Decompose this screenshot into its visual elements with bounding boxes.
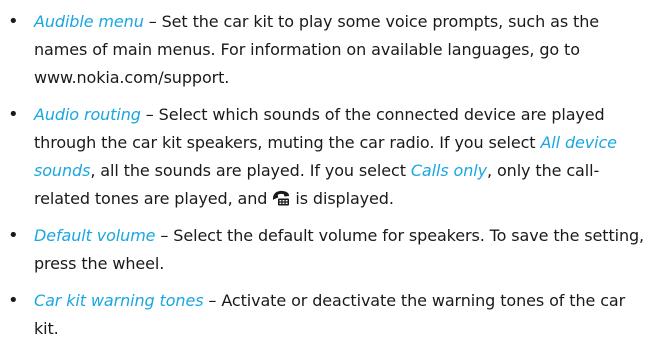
description-part: , all the sounds are played. If you sele… [90,161,411,180]
dash: – [140,105,159,124]
term-audio-routing: Audio routing [34,105,141,124]
list-item-audio-routing: • Audio routing – Select which sounds of … [6,101,652,213]
dash: – [203,291,222,310]
term-car-kit-warning-tones: Car kit warning tones [34,291,204,310]
bullet: • [8,225,19,246]
settings-list: • Audible menu – Set the car kit to play … [6,8,652,343]
option-calls-only: Calls only [410,161,487,180]
bullet: • [8,290,19,311]
list-item-default-volume: • Default volume – Select the default vol… [6,222,652,278]
list-item-audible-menu: • Audible menu – Set the car kit to play … [6,8,652,92]
phone-handset-icon [272,187,290,206]
term-default-volume: Default volume [34,226,156,245]
term-audible-menu: Audible menu [34,12,144,31]
dash: – [155,226,174,245]
document-page: • Audible menu – Set the car kit to play … [0,0,668,343]
list-item-car-kit-warning-tones: • Car kit warning tones – Activate or dea… [6,287,652,343]
bullet: • [8,104,19,125]
dash: – [143,12,162,31]
description-part: is displayed. [290,189,394,208]
bullet: • [8,11,19,32]
